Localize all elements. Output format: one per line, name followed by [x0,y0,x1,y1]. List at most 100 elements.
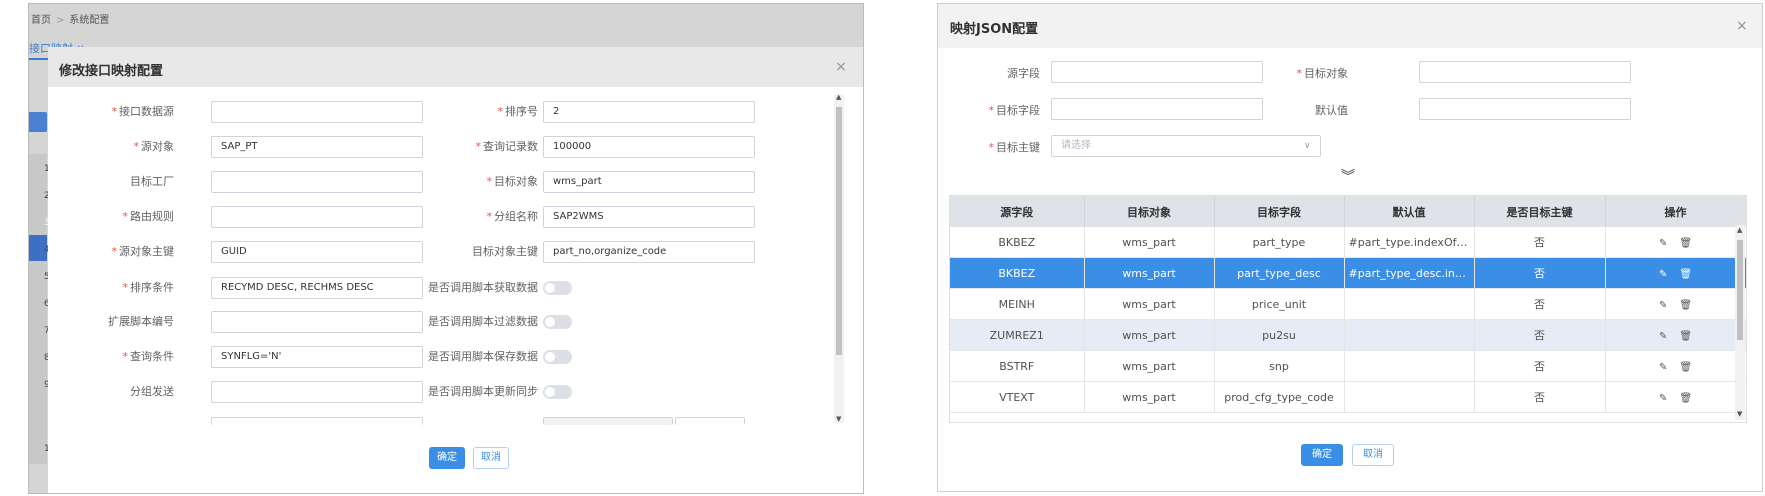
default-value-label: 默认值 [1315,104,1348,117]
scroll-up-icon[interactable]: ▲ [1737,226,1742,234]
double-chevron-down-icon[interactable]: ︾ [1341,170,1355,184]
confirm-button[interactable]: 确定 [1301,444,1343,466]
edit-icon[interactable]: ✎ [1659,269,1667,280]
breadcrumb-home[interactable]: 首页 [31,15,51,26]
delete-icon[interactable]: 🗑 [1679,300,1692,311]
cell-actions: ✎ 🗑 [1605,257,1746,289]
dialog-title: 修改接口映射配置 [59,64,164,79]
target-pk-select[interactable]: 请选择 ∨ [1051,135,1321,157]
required-mark: * [497,105,504,118]
field-label: * 路由规则 [64,208,175,224]
query-condition-input[interactable]: SYNFLG='N' [211,346,423,368]
close-icon[interactable]: × [1736,18,1748,34]
required-mark: * [988,104,995,117]
target-field-input[interactable] [1051,98,1263,120]
table-row-hover[interactable]: ZUMREZ1 wms_part pu2su 否 ✎ 🗑 [950,319,1746,351]
table-row[interactable]: BSTRF wms_part snp 否 ✎ 🗑 [950,350,1746,382]
chevron-down-icon: ∨ [1304,141,1311,151]
table-row[interactable]: VTEXT wms_part prod_cfg_type_code 否 ✎ 🗑 [950,381,1746,413]
toggle-label: 是否调用脚本过滤数据 [428,315,538,328]
save-script-toggle[interactable] [543,350,572,364]
mapping-json-dialog: 映射JSON配置 × 源字段 * 目标对象 * 目标字段 默认值 * 目标主键 请选择… [937,3,1763,492]
confirm-button[interactable]: 确定 [429,447,465,469]
routing-rule-input[interactable] [211,206,423,228]
table-row[interactable]: MEINH wms_part price_unit 否 ✎ 🗑 [950,288,1746,320]
target-factory-input[interactable] [211,171,423,193]
cell-source-field: ZUMREZ1 [950,319,1085,351]
group-send-input[interactable] [211,381,423,403]
cell-target-object: wms_part [1084,227,1215,258]
field-label: * 目标对象 [428,173,539,189]
query-count-input[interactable]: 100000 [543,136,755,158]
scroll-down-icon[interactable]: ▼ [1737,410,1742,418]
cell-actions: ✎ 🗑 [1605,350,1746,382]
target-field-label: 目标字段 [996,104,1040,117]
source-pk-input[interactable]: GUID [211,241,423,263]
dialog-scrollbar-thumb[interactable] [836,107,842,355]
mapping-grid: 源字段 目标对象 目标字段 默认值 是否目标主键 操作 BKBEZ wms_pa… [950,196,1746,413]
field-label: * 查询条件 [64,348,175,364]
field-label: 分组发送 [64,383,174,399]
sort-no-label: 排序号 [505,105,538,118]
cell-default-value: #part_type_desc.inde... [1344,257,1475,289]
column-header: 目标对象 [1084,196,1215,227]
cell-is-pk: 否 [1474,288,1606,320]
delete-icon[interactable]: 🗑 [1679,362,1692,373]
clipped-input[interactable] [211,417,423,425]
group-name-input[interactable]: SAP2WMS [543,206,755,228]
cell-target-field: pu2su [1214,319,1345,351]
cancel-button[interactable]: 取消 [1352,444,1394,466]
target-object-input[interactable] [1419,61,1631,83]
target-pk-placeholder: 请选择 [1061,140,1091,151]
cell-target-object: wms_part [1084,319,1215,351]
toggle-label: 是否调用脚本获取数据 [428,281,538,294]
edit-icon[interactable]: ✎ [1659,393,1667,404]
source-field-input[interactable] [1051,61,1263,83]
close-icon[interactable]: × [835,59,847,75]
field-label: * 排序号 [428,103,539,119]
breadcrumb-current: 系统配置 [69,15,110,26]
table-row-selected[interactable]: BKBEZ wms_part part_type_desc #part_type… [950,257,1746,289]
table-scrollbar-thumb[interactable] [1737,240,1743,340]
cancel-button[interactable]: 取消 [473,447,509,469]
left-window: 首页>系统配置 接口映射 ∨ 1 2 3 4 5 6 7 8 9 1 修改接口映… [28,3,864,494]
cell-default-value [1344,288,1475,320]
delete-icon[interactable]: 🗑 [1679,331,1692,342]
scroll-down-icon[interactable]: ▼ [836,415,841,423]
target-pk-label: 目标对象主键 [472,245,538,258]
scroll-up-icon[interactable]: ▲ [836,93,841,101]
edit-icon[interactable]: ✎ [1659,238,1667,249]
delete-icon[interactable]: 🗑 [1679,393,1692,404]
delete-icon[interactable]: 🗑 [1679,238,1692,249]
cell-default-value [1344,381,1475,413]
field-label: * 排序条件 [64,279,175,295]
toggle-label: 是否调用脚本保存数据 [428,350,538,363]
field-label: 目标对象主键 [428,243,538,259]
target-object-label: 目标对象 [1304,67,1348,80]
clipped-input[interactable] [543,417,673,425]
delete-icon[interactable]: 🗑 [1679,269,1692,280]
edit-icon[interactable]: ✎ [1659,300,1667,311]
filter-script-toggle[interactable] [543,315,572,329]
cell-actions: ✎ 🗑 [1605,288,1746,320]
default-value-input[interactable] [1419,98,1631,120]
field-label: 扩展脚本编号 [64,313,174,329]
target-pk-input[interactable]: part_no,organize_code [543,241,755,263]
fetch-script-toggle[interactable] [543,281,572,295]
cell-is-pk: 否 [1474,257,1606,289]
mapping-table: 源字段 目标对象 目标字段 默认值 是否目标主键 操作 BKBEZ wms_pa… [949,195,1747,423]
edit-icon[interactable]: ✎ [1659,331,1667,342]
datasource-input[interactable] [211,101,423,123]
table-row[interactable]: BKBEZ wms_part part_type #part_type.inde… [950,227,1746,258]
ext-script-input[interactable] [211,311,423,333]
edit-icon[interactable]: ✎ [1659,362,1667,373]
source-object-input[interactable]: SAP_PT [211,136,423,158]
sort-condition-input[interactable]: RECYMD DESC, RECHMS DESC [211,277,423,299]
dialog-header [48,47,863,87]
required-mark: * [111,245,118,258]
sort-no-input[interactable]: 2 [543,101,755,123]
background-add-button[interactable] [29,112,47,132]
target-object-input[interactable]: wms_part [543,171,755,193]
update-script-toggle[interactable] [543,385,572,399]
clipped-input[interactable] [675,417,745,425]
